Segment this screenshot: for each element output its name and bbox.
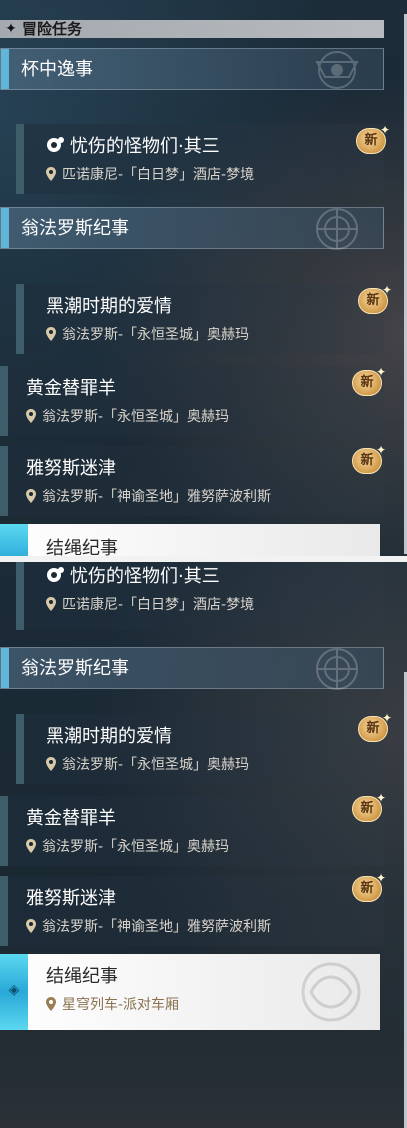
quest-location: 匹诺康尼-「白日梦」酒店-梦境 [62, 167, 255, 183]
quest-title: 结绳纪事 [46, 966, 118, 987]
group-accent-bar [1, 648, 9, 688]
new-badge-icon: 新 ✦ [352, 444, 386, 476]
quest-location: 匹诺康尼-「白日梦」酒店-梦境 [62, 597, 255, 613]
special-quest-icon [47, 567, 64, 582]
group-accent-bar [1, 208, 9, 248]
quest-location-wrap: 星穹列车-派对车厢 [46, 996, 179, 1014]
quest-panel-bottom: 忧伤的怪物们·其三 匹诺康尼-「白日梦」酒店-梦境 翁法罗斯纪事 黑潮时期的爱情… [0, 562, 407, 1128]
quest-panel-top: ✦ 冒险任务 杯中逸事 忧伤的怪物们·其三 匹诺康尼-「白日梦」酒店-梦境 新 … [0, 0, 407, 556]
quest-location-wrap: 翁法罗斯-「永恒圣城」奥赫玛 [26, 838, 229, 856]
quest-title: 忧伤的怪物们·其三 [70, 136, 220, 157]
sparkle-icon: ✦ [375, 365, 386, 379]
quest-location-wrap: 翁法罗斯-「神谕圣地」雅努萨波利斯 [26, 488, 271, 506]
quest-title: 雅努斯迷津 [26, 458, 116, 479]
group-accent-bar [1, 49, 9, 89]
sparkle-icon: ✦ [375, 871, 386, 885]
quest-location: 翁法罗斯-「永恒圣城」奥赫玛 [42, 839, 230, 855]
sparkle-icon: ✦ [375, 791, 386, 805]
location-pin-icon [46, 757, 56, 771]
location-pin-icon [46, 167, 56, 181]
diamond-icon: ✦ [5, 21, 17, 37]
section-title: 冒险任务 [22, 20, 83, 38]
location-pin-icon [26, 489, 36, 503]
quest-title-wrap: 忧伤的怪物们·其三 [46, 134, 220, 160]
new-badge-icon: 新 ✦ [352, 792, 386, 824]
quest-group-cup[interactable]: 杯中逸事 [0, 48, 384, 90]
sparkle-icon: ✦ [375, 443, 386, 457]
quest-item-knot-partial[interactable]: 结绳纪事 [0, 524, 380, 556]
emblem-icon [316, 208, 358, 250]
quest-indent-bar [16, 714, 24, 784]
sparkle-icon: ✦ [381, 711, 392, 725]
quest-title: 结绳纪事 [46, 538, 118, 556]
location-pin-icon [46, 997, 56, 1011]
new-badge-icon: 新 ✦ [358, 712, 392, 744]
location-pin-icon [26, 409, 36, 423]
group-label: 翁法罗斯纪事 [21, 658, 129, 679]
quest-indent-bar [0, 366, 8, 436]
quest-title: 黑潮时期的爱情 [46, 726, 172, 747]
quest-location-wrap: 翁法罗斯-「永恒圣城」奥赫玛 [46, 756, 249, 774]
quest-item-knot-selected[interactable]: ◈ 结绳纪事 星穹列车-派对车厢 [0, 954, 380, 1030]
quest-location-wrap: 翁法罗斯-「永恒圣城」奥赫玛 [46, 326, 249, 344]
quest-indent-bar [16, 284, 24, 354]
quest-indent-bar [0, 876, 8, 946]
location-pin-icon [46, 327, 56, 341]
quest-item-janus[interactable]: 雅努斯迷津 翁法罗斯-「神谕圣地」雅努萨波利斯 新 ✦ [0, 872, 386, 946]
quest-title: 黑潮时期的爱情 [46, 296, 172, 317]
quest-title: 忧伤的怪物们·其三 [70, 566, 220, 587]
quest-group-okhema[interactable]: 翁法罗斯纪事 [0, 207, 384, 250]
new-badge-icon: 新 ✦ [352, 872, 386, 904]
quest-item-scapegoat[interactable]: 黄金替罪羊 翁法罗斯-「永恒圣城」奥赫玛 新 ✦ [0, 792, 386, 866]
quest-title: 雅努斯迷津 [26, 888, 116, 909]
quest-group-okhema[interactable]: 翁法罗斯纪事 [0, 647, 384, 690]
quest-title-wrap: 忧伤的怪物们·其三 [46, 564, 220, 590]
group-label: 翁法罗斯纪事 [21, 218, 129, 239]
quest-location-wrap: 匹诺康尼-「白日梦」酒店-梦境 [46, 596, 254, 614]
quest-title: 黄金替罪羊 [26, 378, 116, 399]
quest-item-monsters[interactable]: 忧伤的怪物们·其三 匹诺康尼-「白日梦」酒店-梦境 新 ✦ [0, 124, 390, 194]
quest-item-monsters[interactable]: 忧伤的怪物们·其三 匹诺康尼-「白日梦」酒店-梦境 [0, 562, 384, 630]
sparkle-icon: ✦ [379, 123, 390, 137]
location-pin-icon [46, 597, 56, 611]
group-label: 杯中逸事 [21, 59, 93, 80]
quest-title: 黄金替罪羊 [26, 808, 116, 829]
emblem-icon [316, 648, 358, 690]
quest-location: 翁法罗斯-「神谕圣地」雅努萨波利斯 [42, 919, 272, 935]
emblem-icon [301, 962, 361, 1022]
quest-location-wrap: 匹诺康尼-「白日梦」酒店-梦境 [46, 166, 254, 184]
section-header: ✦ 冒险任务 [0, 20, 384, 38]
quest-location: 星穹列车-派对车厢 [62, 997, 180, 1013]
quest-location: 翁法罗斯-「永恒圣城」奥赫玛 [62, 327, 250, 343]
quest-location: 翁法罗斯-「永恒圣城」奥赫玛 [62, 757, 250, 773]
location-pin-icon [26, 839, 36, 853]
special-quest-icon [47, 137, 64, 152]
quest-indent-bar [16, 562, 24, 630]
diamond-icon: ◈ [8, 982, 20, 998]
quest-item-janus[interactable]: 雅努斯迷津 翁法罗斯-「神谕圣地」雅努萨波利斯 新 ✦ [0, 444, 386, 516]
quest-item-tidal[interactable]: 黑潮时期的爱情 翁法罗斯-「永恒圣城」奥赫玛 新 ✦ [0, 284, 392, 354]
new-badge-icon: 新 ✦ [352, 366, 386, 398]
quest-item-scapegoat[interactable]: 黄金替罪羊 翁法罗斯-「永恒圣城」奥赫玛 新 ✦ [0, 366, 386, 436]
quest-item-tidal[interactable]: 黑潮时期的爱情 翁法罗斯-「永恒圣城」奥赫玛 新 ✦ [0, 712, 392, 784]
quest-location-wrap: 翁法罗斯-「永恒圣城」奥赫玛 [26, 408, 229, 426]
location-pin-icon [26, 919, 36, 933]
quest-indent-bar [0, 446, 8, 516]
quest-location: 翁法罗斯-「神谕圣地」雅努萨波利斯 [42, 489, 272, 505]
quest-indent-bar [16, 124, 24, 194]
selected-glow [0, 524, 28, 556]
new-badge-icon: 新 ✦ [358, 284, 392, 316]
new-badge-icon: 新 ✦ [356, 124, 390, 156]
quest-location: 翁法罗斯-「永恒圣城」奥赫玛 [42, 409, 230, 425]
emblem-icon [315, 51, 359, 89]
quest-indent-bar [0, 796, 8, 866]
quest-location-wrap: 翁法罗斯-「神谕圣地」雅努萨波利斯 [26, 918, 271, 936]
sparkle-icon: ✦ [381, 283, 392, 297]
